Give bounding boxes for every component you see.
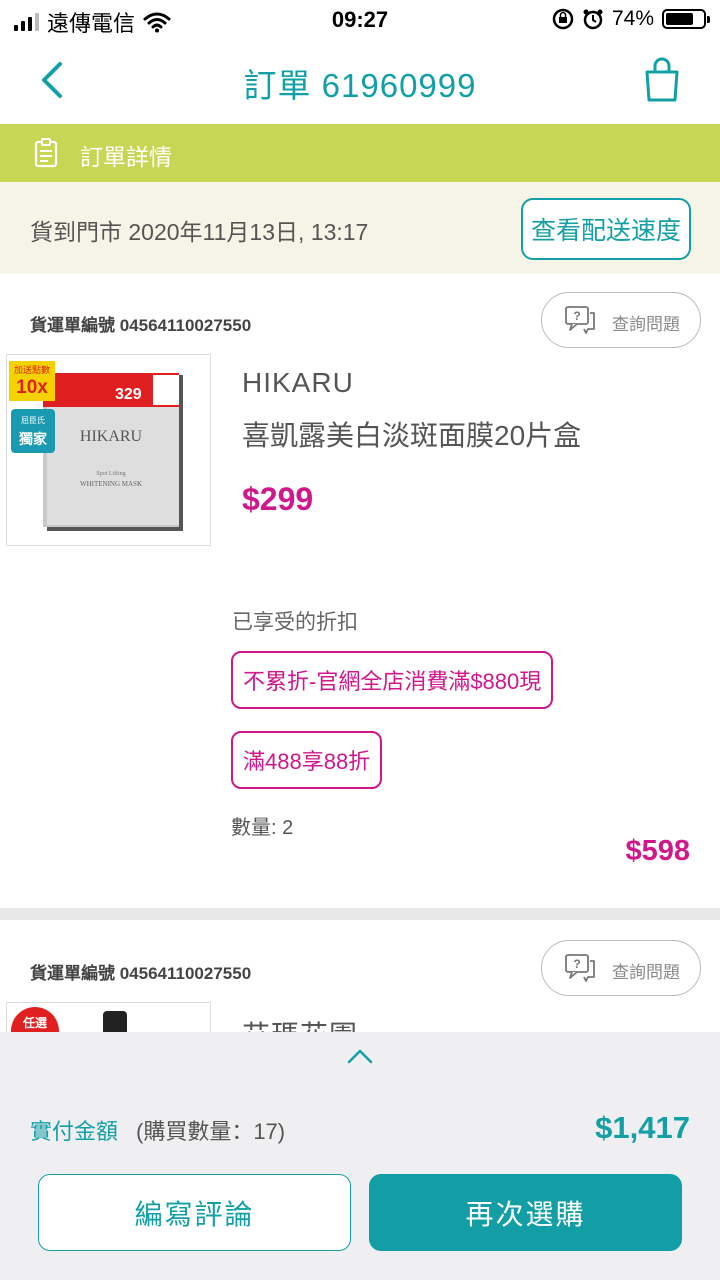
battery-percent: 74% xyxy=(611,7,654,30)
item-total: $598 xyxy=(625,835,690,867)
ask-question-button[interactable]: ? 查詢問題 xyxy=(541,292,701,348)
select-badge: 任選 xyxy=(22,1015,47,1030)
write-review-button[interactable]: 編寫評論 xyxy=(38,1174,351,1251)
cart-button[interactable] xyxy=(642,56,682,104)
discount-tag: 滿488享88折 xyxy=(231,731,383,789)
ask-question-label: 查詢問題 xyxy=(612,315,680,334)
box-brand-text: HIKARU xyxy=(80,428,143,445)
app-header: 訂單 61960999 xyxy=(0,40,720,124)
exclusive-badge: 獨家 xyxy=(18,431,48,448)
question-chat-icon: ? xyxy=(565,954,595,982)
product-image[interactable]: HIKARU Spot Lifting WHITENING MASK 329 加… xyxy=(6,354,211,546)
product-brand: 艾瑪花園 xyxy=(242,1014,358,1032)
rotation-lock-icon xyxy=(552,8,574,30)
promo-price-text: 329 xyxy=(115,386,142,403)
ask-question-button[interactable]: ? 查詢問題 xyxy=(541,940,701,996)
clipboard-icon xyxy=(34,138,58,168)
paid-amount-label: 實付金額 xyxy=(30,1119,119,1144)
shipment-number: 貨運單編號 04564110027550 xyxy=(30,316,252,335)
exclusive-small-text: 屈臣氏 xyxy=(21,416,45,425)
status-right: 74% xyxy=(552,7,710,31)
purchase-count: (購買數量：17) xyxy=(136,1119,286,1144)
track-delivery-button[interactable]: 查看配送速度 xyxy=(521,198,691,260)
shopping-bag-icon xyxy=(645,57,679,102)
svg-text:?: ? xyxy=(573,957,580,971)
box-line1: Spot Lifting xyxy=(96,470,125,477)
box-line2: WHITENING MASK xyxy=(80,480,142,488)
ask-question-label: 查詢問題 xyxy=(612,963,680,982)
quantity-label: 數量: 2 xyxy=(231,817,294,839)
order-item: 貨運單編號 04564110027550 ? 查詢問題 HIKARU Spot … xyxy=(0,274,720,908)
item-divider xyxy=(0,908,720,920)
chevron-up-icon[interactable] xyxy=(346,1047,374,1065)
bonus-badge-text: 加送點數 xyxy=(14,364,50,376)
svg-text:?: ? xyxy=(573,309,580,323)
paid-total: $1,417 xyxy=(595,1110,690,1145)
product-brand: HIKARU xyxy=(242,367,354,398)
question-chat-icon: ? xyxy=(565,306,595,334)
shipment-number: 貨運單編號 04564110027550 xyxy=(30,964,252,983)
buy-again-button[interactable]: 再次選購 xyxy=(369,1174,682,1251)
product-name[interactable]: 喜凱露美白淡斑面膜20片盒 xyxy=(242,414,581,454)
order-summary-panel: 實付金額 (購買數量：17) $1,417 編寫評論 再次選購 xyxy=(0,1032,720,1280)
section-title: 訂單詳情 xyxy=(80,144,172,170)
discount-title: 已享受的折扣 xyxy=(232,611,358,634)
status-bar: 遠傳電信 09:27 74% xyxy=(0,0,720,40)
delivery-info: 貨到門市 2020年11月13日, 13:17 查看配送速度 xyxy=(0,182,720,274)
order-item: 貨運單編號 04564110027550 ? 查詢問題 任選 艾瑪花園 xyxy=(0,920,720,1032)
battery-icon xyxy=(662,9,710,29)
product-thumb-image: 任選 xyxy=(11,1007,127,1032)
multiplier-badge: 10x xyxy=(16,377,48,398)
order-details-bar: 訂單詳情 xyxy=(0,124,720,182)
delivery-text: 貨到門市 2020年11月13日, 13:17 xyxy=(30,219,369,245)
alarm-icon xyxy=(583,9,603,30)
page-title: 訂單 61960999 xyxy=(243,67,477,104)
discount-tag: 不累折-官網全店消費滿$880現 xyxy=(231,651,554,709)
product-price: $299 xyxy=(242,481,314,517)
mask-box-image: HIKARU Spot Lifting WHITENING MASK 329 加… xyxy=(9,361,183,531)
product-image[interactable]: 任選 xyxy=(6,1002,211,1032)
